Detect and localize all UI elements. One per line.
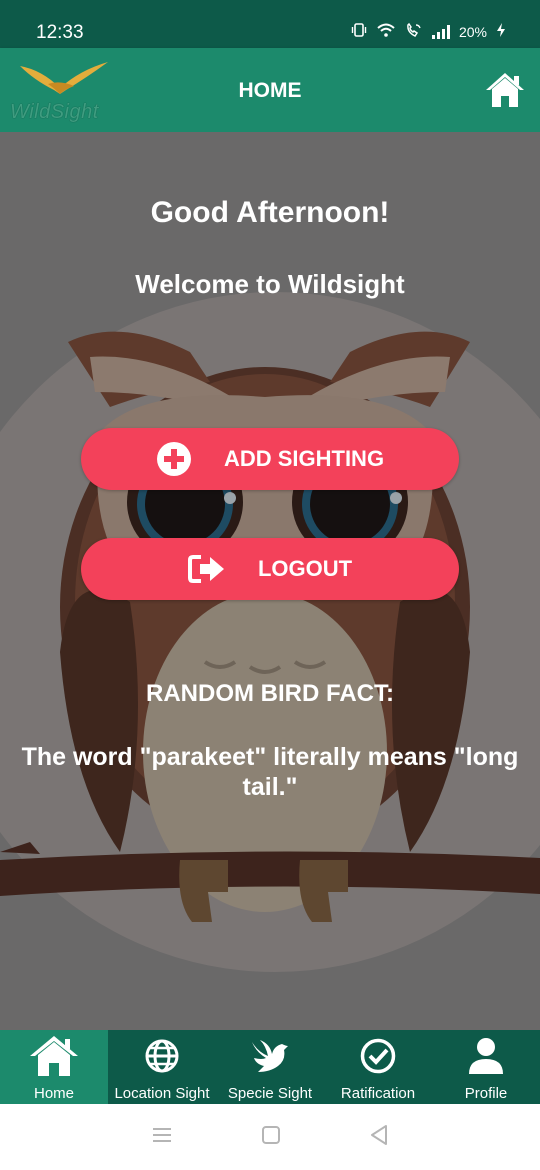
wifi-call-icon bbox=[405, 22, 423, 41]
fact-text: The word "parakeet" literally means "lon… bbox=[21, 743, 519, 801]
add-sighting-label: ADD SIGHTING bbox=[223, 446, 385, 471]
wifi-icon bbox=[376, 22, 396, 41]
nav-item-profile[interactable]: Profile bbox=[432, 1030, 540, 1104]
logout-label: LOGOUT bbox=[257, 556, 353, 581]
status-icons: 20% bbox=[351, 22, 506, 41]
nav-label-home: Home bbox=[33, 1085, 74, 1102]
fact-title: RANDOM BIRD FACT: bbox=[146, 680, 394, 707]
status-bar: 12:33 20% bbox=[0, 0, 540, 48]
battery-text: 20% bbox=[458, 23, 487, 40]
main-content: Good Afternoon! Welcome to Wildsight ADD… bbox=[0, 132, 540, 1030]
back-triangle-icon[interactable] bbox=[369, 1124, 389, 1151]
page-title: HOME bbox=[238, 79, 302, 102]
app-bar: WildSight HOME bbox=[0, 48, 540, 132]
nav-item-location-sight[interactable]: Location Sight bbox=[108, 1030, 216, 1104]
logout-button[interactable]: LOGOUT bbox=[81, 538, 459, 600]
user-icon bbox=[467, 1033, 505, 1079]
charging-icon bbox=[496, 22, 506, 41]
bottom-nav: Home Location Sight Specie Sight Ratific… bbox=[0, 1030, 540, 1104]
nav-label-location-sight: Location Sight bbox=[114, 1085, 210, 1102]
globe-icon bbox=[144, 1033, 180, 1079]
nav-item-specie-sight[interactable]: Specie Sight bbox=[216, 1030, 324, 1104]
check-circle-icon bbox=[360, 1033, 396, 1079]
home-icon[interactable] bbox=[484, 71, 526, 114]
status-time: 12:33 bbox=[36, 22, 84, 43]
system-nav-bar bbox=[0, 1104, 540, 1170]
nav-label-ratification: Ratification bbox=[340, 1085, 416, 1102]
nav-item-home[interactable]: Home bbox=[0, 1030, 108, 1104]
logo-text: WildSight bbox=[10, 101, 99, 123]
vibrate-icon bbox=[351, 22, 367, 41]
greeting-text: Good Afternoon! bbox=[150, 196, 390, 229]
nav-label-specie-sight: Specie Sight bbox=[227, 1085, 313, 1102]
dove-icon bbox=[250, 1033, 290, 1079]
nav-item-ratification[interactable]: Ratification bbox=[324, 1030, 432, 1104]
nav-label-profile: Profile bbox=[464, 1085, 508, 1102]
sign-out-icon bbox=[187, 554, 226, 584]
signal-icon bbox=[431, 24, 450, 39]
add-sighting-button[interactable]: ADD SIGHTING bbox=[81, 428, 459, 490]
home-icon bbox=[28, 1033, 80, 1079]
welcome-text: Welcome to Wildsight bbox=[135, 269, 405, 299]
plus-circle-icon bbox=[156, 441, 192, 477]
square-icon[interactable] bbox=[261, 1125, 281, 1150]
menu-icon[interactable] bbox=[151, 1126, 173, 1149]
